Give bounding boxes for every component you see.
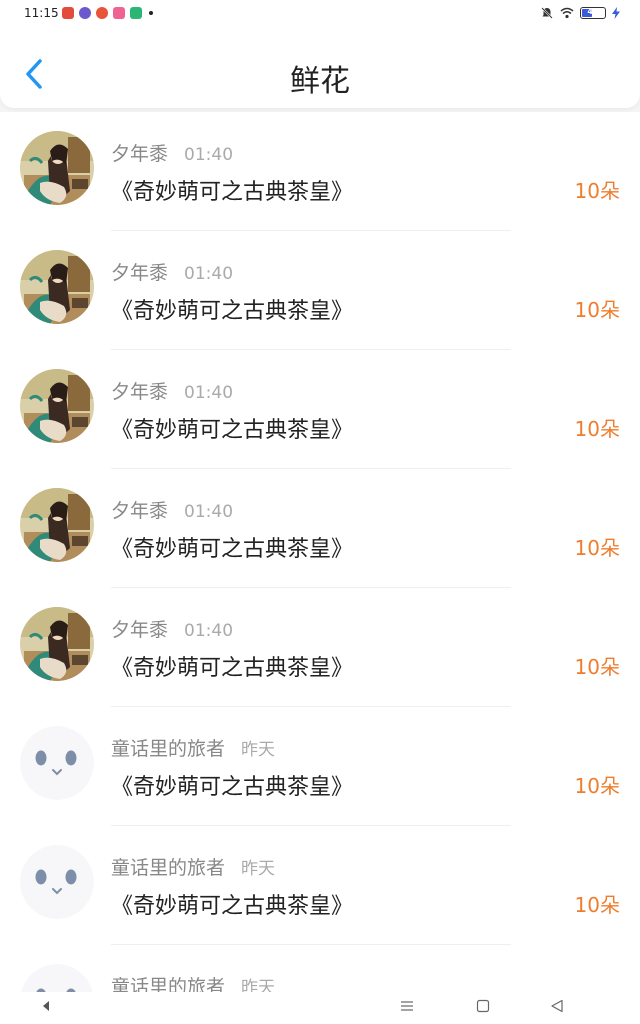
cute-face-avatar [20, 726, 94, 800]
header: 鲜花 [0, 28, 640, 108]
sender-name-row: 童话里的旅者 昨天 [111, 972, 275, 992]
portrait-avatar [20, 369, 94, 443]
list-item[interactable]: 夕年黍 01:40 《奇妙萌可之古典茶皇》 10朵 [0, 588, 640, 707]
sender-name: 夕年黍 [111, 619, 169, 641]
flower-count: 10朵 [574, 774, 620, 798]
sender-name: 夕年黍 [111, 143, 169, 165]
avatar[interactable] [20, 726, 94, 800]
list-item[interactable]: 童话里的旅者昨天《奇妙萌可之古典茶皇》 10朵 [0, 707, 640, 826]
avatar[interactable] [20, 845, 94, 919]
book-title: 《奇妙萌可之古典茶皇》 [111, 775, 354, 800]
portrait-avatar [20, 131, 94, 205]
app-notification-icon [113, 7, 125, 19]
send-time: 昨天 [241, 859, 276, 879]
app-notification-icon [130, 7, 142, 19]
sender-name: 童话里的旅者 [111, 857, 226, 879]
home-square-icon[interactable] [476, 998, 490, 1014]
list-item[interactable]: 夕年黍 01:40 《奇妙萌可之古典茶皇》 10朵 [0, 112, 640, 231]
sender-name-row: 童话里的旅者 昨天 [111, 853, 275, 880]
sender-name: 童话里的旅者 [111, 976, 226, 992]
status-time: 11:15 [24, 6, 59, 20]
flower-count: 10朵 [574, 298, 620, 322]
sender-name: 童话里的旅者 [111, 738, 226, 760]
sender-name: 夕年黍 [111, 500, 169, 522]
battery-icon: 46 [580, 7, 606, 19]
back-icon[interactable] [550, 998, 564, 1014]
list-item[interactable]: 夕年黍 01:40 《奇妙萌可之古典茶皇》 10朵 [0, 469, 640, 588]
book-title: 《奇妙萌可之古典茶皇》 [111, 299, 354, 324]
send-time: 01:40 [184, 145, 234, 165]
wifi-icon [560, 7, 574, 19]
book-title: 《奇妙萌可之古典茶皇》 [111, 418, 354, 443]
sender-name: 夕年黍 [111, 381, 169, 403]
book-title: 《奇妙萌可之古典茶皇》 [111, 894, 354, 919]
app-notification-icon [96, 7, 108, 19]
send-time: 01:40 [184, 502, 234, 522]
sender-name-row: 夕年黍 01:40 [111, 258, 233, 285]
sender-name: 夕年黍 [111, 262, 169, 284]
avatar[interactable] [20, 488, 94, 562]
sender-name-row: 夕年黍 01:40 [111, 139, 233, 166]
portrait-avatar [20, 250, 94, 324]
book-title: 《奇妙萌可之古典茶皇》 [111, 537, 354, 562]
flower-count: 10朵 [574, 893, 620, 917]
flower-records-list[interactable]: 夕年黍 01:40 《奇妙萌可之古典茶皇》 10朵 夕年黍 01:40 《奇妙萌可之古典茶皇… [0, 112, 640, 992]
avatar[interactable] [20, 964, 94, 992]
portrait-avatar [20, 607, 94, 681]
sender-name-row: 夕年黍 01:40 [111, 377, 233, 404]
charging-icon [612, 7, 620, 19]
navigation-bar [0, 992, 640, 1024]
avatar[interactable] [20, 607, 94, 681]
bell-muted-icon [541, 7, 553, 19]
flower-count: 10朵 [574, 536, 620, 560]
sender-name-row: 童话里的旅者 昨天 [111, 734, 275, 761]
flower-count: 10朵 [574, 417, 620, 441]
battery-percent: 46 [587, 7, 599, 16]
cute-face-avatar [20, 845, 94, 919]
book-title: 《奇妙萌可之古典茶皇》 [111, 656, 354, 681]
portrait-avatar [20, 488, 94, 562]
flower-count: 10朵 [574, 655, 620, 679]
menu-icon[interactable] [400, 998, 414, 1014]
list-item[interactable]: 童话里的旅者昨天《奇妙萌可之古典茶皇》10朵 [0, 945, 640, 992]
send-time: 01:40 [184, 264, 234, 284]
flower-count: 10朵 [574, 179, 620, 203]
list-item[interactable]: 童话里的旅者昨天《奇妙萌可之古典茶皇》 10朵 [0, 826, 640, 945]
page-title: 鲜花 [290, 64, 350, 99]
app-notification-icon [79, 7, 91, 19]
send-time: 01:40 [184, 383, 234, 403]
send-time: 昨天 [241, 978, 276, 992]
send-time: 01:40 [184, 621, 234, 641]
avatar[interactable] [20, 250, 94, 324]
list-item[interactable]: 夕年黍 01:40 《奇妙萌可之古典茶皇》 10朵 [0, 231, 640, 350]
more-notifications-icon [149, 11, 153, 15]
app-notification-icon [62, 7, 74, 19]
system-icons: 46 [540, 6, 620, 20]
send-time: 昨天 [241, 740, 276, 760]
list-item[interactable]: 夕年黍 01:40 《奇妙萌可之古典茶皇》 10朵 [0, 350, 640, 469]
sender-name-row: 夕年黍 01:40 [111, 615, 233, 642]
book-title: 《奇妙萌可之古典茶皇》 [111, 180, 354, 205]
back-triangle-icon[interactable] [40, 998, 52, 1014]
notification-icons [62, 7, 153, 19]
sender-name-row: 夕年黍 01:40 [111, 496, 233, 523]
avatar[interactable] [20, 131, 94, 205]
status-bar: 11:15 46 [0, 0, 640, 28]
avatar[interactable] [20, 369, 94, 443]
